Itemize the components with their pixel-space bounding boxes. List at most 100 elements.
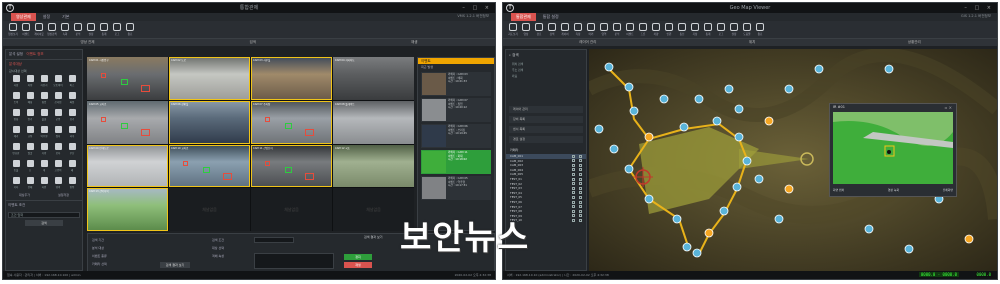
target-type-item[interactable]: 새: [66, 160, 78, 174]
lock-checkbox[interactable]: [579, 200, 582, 204]
target-type-item[interactable]: 번호판: [10, 143, 22, 157]
lock-checkbox[interactable]: [579, 214, 582, 218]
camera-pin-icon[interactable]: [644, 194, 654, 204]
target-type-item[interactable]: 소: [24, 160, 36, 174]
target-type-item[interactable]: 기타: [10, 177, 22, 191]
target-type-item[interactable]: 불꽃: [38, 109, 50, 123]
camera-pin-icon[interactable]: [624, 164, 634, 174]
toolbar-button[interactable]: 이벤트: [624, 22, 636, 37]
target-type-item[interactable]: 교통: [24, 126, 36, 140]
camera-pin-icon[interactable]: [659, 94, 669, 104]
save-settings-button[interactable]: 설정저장: [58, 193, 69, 197]
camera-pin-icon[interactable]: [704, 228, 714, 238]
visibility-checkbox[interactable]: [572, 154, 575, 158]
tab-integrated[interactable]: 통합관제: [511, 13, 536, 21]
camera-pin-icon[interactable]: [734, 132, 744, 142]
target-type-item[interactable]: 싸움: [66, 92, 78, 106]
target-type-item[interactable]: 과속: [66, 126, 78, 140]
block-layers[interactable]: 레이어 관리: [509, 106, 583, 113]
camera-pin-icon[interactable]: [712, 116, 722, 126]
window-controls[interactable]: – □ ×: [462, 3, 492, 13]
toolbar-button[interactable]: 통신: [676, 22, 688, 37]
camera-pin-icon[interactable]: [672, 214, 682, 224]
subtab-layers[interactable]: 레이어 관리: [579, 39, 596, 46]
video-cell[interactable]: CAM 06 상황실: [169, 100, 250, 144]
lock-checkbox[interactable]: [579, 186, 582, 190]
play-button[interactable]: 재생: [344, 262, 372, 268]
visibility-checkbox[interactable]: [572, 177, 575, 181]
target-type-item[interactable]: 연기: [24, 109, 36, 123]
toolbar-button[interactable]: 종료: [754, 22, 766, 37]
lock-checkbox[interactable]: [579, 218, 582, 222]
condition-select[interactable]: [254, 237, 294, 243]
toolbar-button[interactable]: 드론: [637, 22, 649, 37]
camera-pin-icon[interactable]: [694, 94, 704, 104]
popup-close-icon[interactable]: ▫ ×: [945, 105, 952, 110]
result-view-button[interactable]: 검색 결과 보기: [160, 262, 190, 268]
video-cell[interactable]: 채널없음: [251, 188, 332, 231]
target-type-item[interactable]: 정지: [52, 126, 64, 140]
toolbar-button[interactable]: 영역: [598, 22, 610, 37]
event-item[interactable]: 카메라 : CAM 06 이벤트 : 쓰러짐 시간 : 10:19:45: [421, 124, 491, 148]
visibility-checkbox[interactable]: [572, 172, 575, 176]
target-type-item[interactable]: 쓰러짐: [52, 92, 64, 106]
condition-input[interactable]: 조건 입력: [8, 212, 80, 218]
toolbar-button[interactable]: 설정: [85, 22, 97, 37]
event-item[interactable]: 카메라 : CAM 05 이벤트 : 역주행 시간 : 10:17:31: [421, 176, 491, 200]
target-type-item[interactable]: 차량: [24, 75, 36, 89]
target-type-item[interactable]: 고양이: [52, 160, 64, 174]
camera-pin-icon[interactable]: [682, 242, 692, 252]
lock-checkbox[interactable]: [579, 172, 582, 176]
add-target-button[interactable]: 대상추가: [19, 193, 30, 197]
camera-pin-icon[interactable]: [742, 156, 752, 166]
target-type-item[interactable]: 가방: [38, 143, 50, 157]
event-item[interactable]: 카메라 : CAM 11 이벤트 : 화재 시간 : 10:18:02: [421, 150, 491, 174]
target-type-item[interactable]: 전체: [24, 177, 36, 191]
camera-pin-icon[interactable]: [884, 64, 894, 74]
camera-pin-icon[interactable]: [764, 116, 774, 126]
event-item[interactable]: 카메라 : CAM 07 이벤트 : 침입 시간 : 10:20:12: [421, 98, 491, 122]
visibility-checkbox[interactable]: [572, 209, 575, 213]
camera-pin-icon[interactable]: [724, 84, 734, 94]
toolbar-button[interactable]: 영상보기: [7, 22, 19, 37]
search-button[interactable]: 검색: [25, 220, 63, 226]
camera-pin-icon[interactable]: [774, 214, 784, 224]
camera-pin-icon[interactable]: [784, 84, 794, 94]
target-type-item[interactable]: 유기: [66, 109, 78, 123]
lock-checkbox[interactable]: [579, 168, 582, 172]
camera-pin-icon[interactable]: [734, 104, 744, 114]
video-cell[interactable]: CAM 07 주차장: [251, 100, 332, 144]
video-cell[interactable]: CAM 02 도로: [169, 57, 250, 100]
toolbar-button[interactable]: 인원: [663, 22, 675, 37]
visibility-checkbox[interactable]: [572, 186, 575, 190]
toolbar-button[interactable]: 영상검색: [46, 22, 58, 37]
lock-checkbox[interactable]: [579, 205, 582, 209]
camera-pin-icon[interactable]: [719, 206, 729, 216]
toolbar-button[interactable]: 통계: [702, 22, 714, 37]
video-cell[interactable]: CAM 08 톨게이트: [333, 100, 414, 144]
target-type-item[interactable]: 방화: [10, 109, 22, 123]
lock-checkbox[interactable]: [579, 154, 582, 158]
visibility-checkbox[interactable]: [572, 163, 575, 167]
subtab-search[interactable]: 검색: [250, 39, 256, 46]
lock-checkbox[interactable]: [579, 209, 582, 213]
video-cell[interactable]: CAM 05 교차로: [87, 100, 168, 144]
target-type-item[interactable]: 우산: [66, 143, 78, 157]
toolbar-button[interactable]: 레이아웃: [33, 22, 45, 37]
toolbar-button[interactable]: 마커: [585, 22, 597, 37]
toolbar-button[interactable]: 측정: [572, 22, 584, 37]
lock-checkbox[interactable]: [579, 163, 582, 167]
attribute-field[interactable]: [254, 253, 334, 269]
target-type-item[interactable]: 영역: [52, 177, 64, 191]
video-cell[interactable]: CAM 03 사무실: [251, 57, 332, 100]
camera-pin-icon[interactable]: [604, 62, 614, 72]
video-cell[interactable]: CAM 04 지하차도: [333, 57, 414, 100]
toolbar-button[interactable]: 기상: [689, 22, 701, 37]
subtab-situation[interactable]: 상황관리: [908, 39, 921, 46]
target-type-item[interactable]: 자전거: [38, 75, 50, 89]
fullscreen-button[interactable]: 전체화면: [943, 188, 953, 194]
camera-pin-icon[interactable]: [784, 184, 794, 194]
lock-checkbox[interactable]: [579, 191, 582, 195]
video-cell[interactable]: CAM 11 산업단지: [251, 144, 332, 188]
toolbar-button[interactable]: 경로: [533, 22, 545, 37]
